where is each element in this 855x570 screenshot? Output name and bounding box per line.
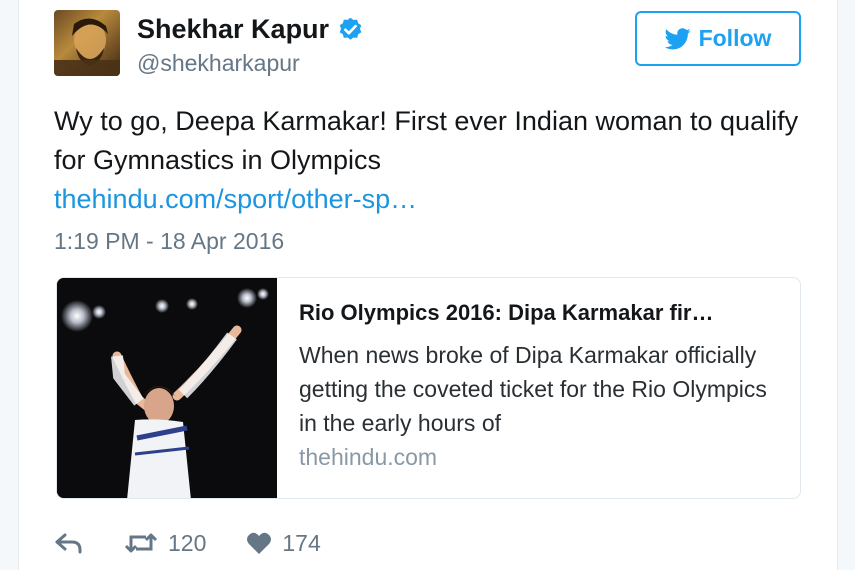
like-count: 174 — [282, 529, 321, 556]
display-name-text[interactable]: Shekhar Kapur — [137, 14, 329, 45]
link-preview-domain: thehindu.com — [299, 444, 438, 470]
tweet-card: Shekhar Kapur @shekharkapur Follow Wy to… — [18, 0, 838, 570]
tweet-timestamp[interactable]: 1:19 PM - 18 Apr 2016 — [54, 228, 284, 255]
gymnast-photo-icon — [57, 278, 277, 498]
tweet-actions: 120 174 — [54, 527, 321, 559]
retweet-icon — [124, 533, 158, 553]
profile-photo-icon — [54, 18, 120, 76]
follow-button-label: Follow — [698, 25, 772, 51]
heart-icon — [247, 532, 272, 554]
reply-icon — [55, 533, 82, 554]
retweet-button[interactable]: 120 — [124, 530, 206, 557]
display-name[interactable]: Shekhar Kapur — [137, 14, 364, 45]
link-preview-image — [57, 278, 277, 498]
reply-button[interactable] — [54, 531, 84, 555]
tweet-link[interactable]: thehindu.com/sport/other-sp… — [54, 180, 417, 219]
avatar[interactable] — [54, 10, 120, 76]
verified-badge-icon — [339, 17, 362, 40]
like-button[interactable]: 174 — [246, 529, 321, 557]
link-preview-description: When news broke of Dipa Karmakar officia… — [299, 342, 767, 436]
retweet-count: 120 — [168, 529, 207, 556]
follow-button[interactable]: Follow — [635, 11, 801, 66]
tweet-text: Wy to go, Deepa Karmakar! First ever Ind… — [54, 106, 799, 175]
link-preview-card[interactable]: Rio Olympics 2016: Dipa Karmakar fir… Wh… — [56, 277, 801, 499]
link-preview-title: Rio Olympics 2016: Dipa Karmakar fir… — [299, 300, 714, 325]
user-handle[interactable]: @shekharkapur — [137, 50, 300, 77]
twitter-bird-icon — [664, 27, 691, 49]
